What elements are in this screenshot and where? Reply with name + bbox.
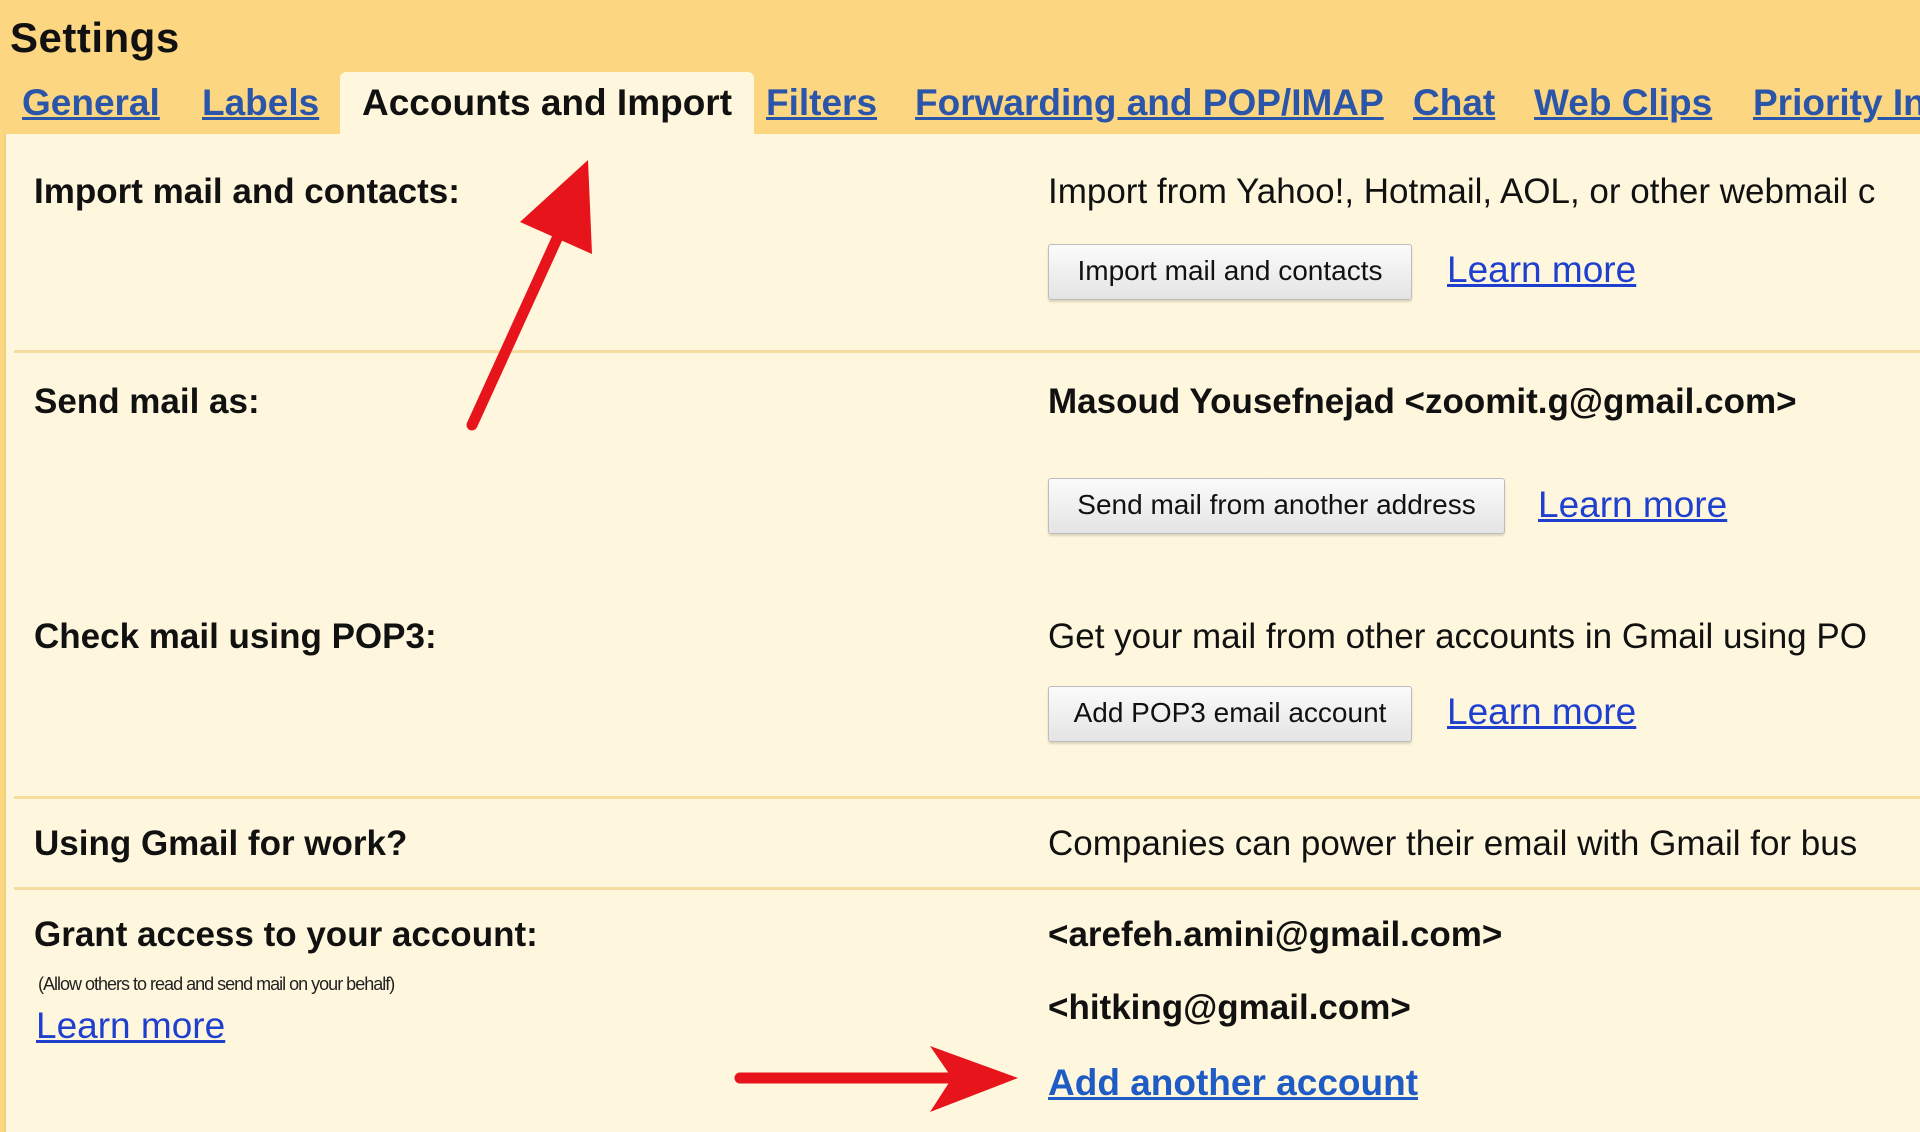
arrow-shaft [466,226,566,431]
annotation-arrows [466,160,1018,1112]
arrow-up-icon [466,160,592,431]
arrow-right-icon [734,1046,1018,1112]
